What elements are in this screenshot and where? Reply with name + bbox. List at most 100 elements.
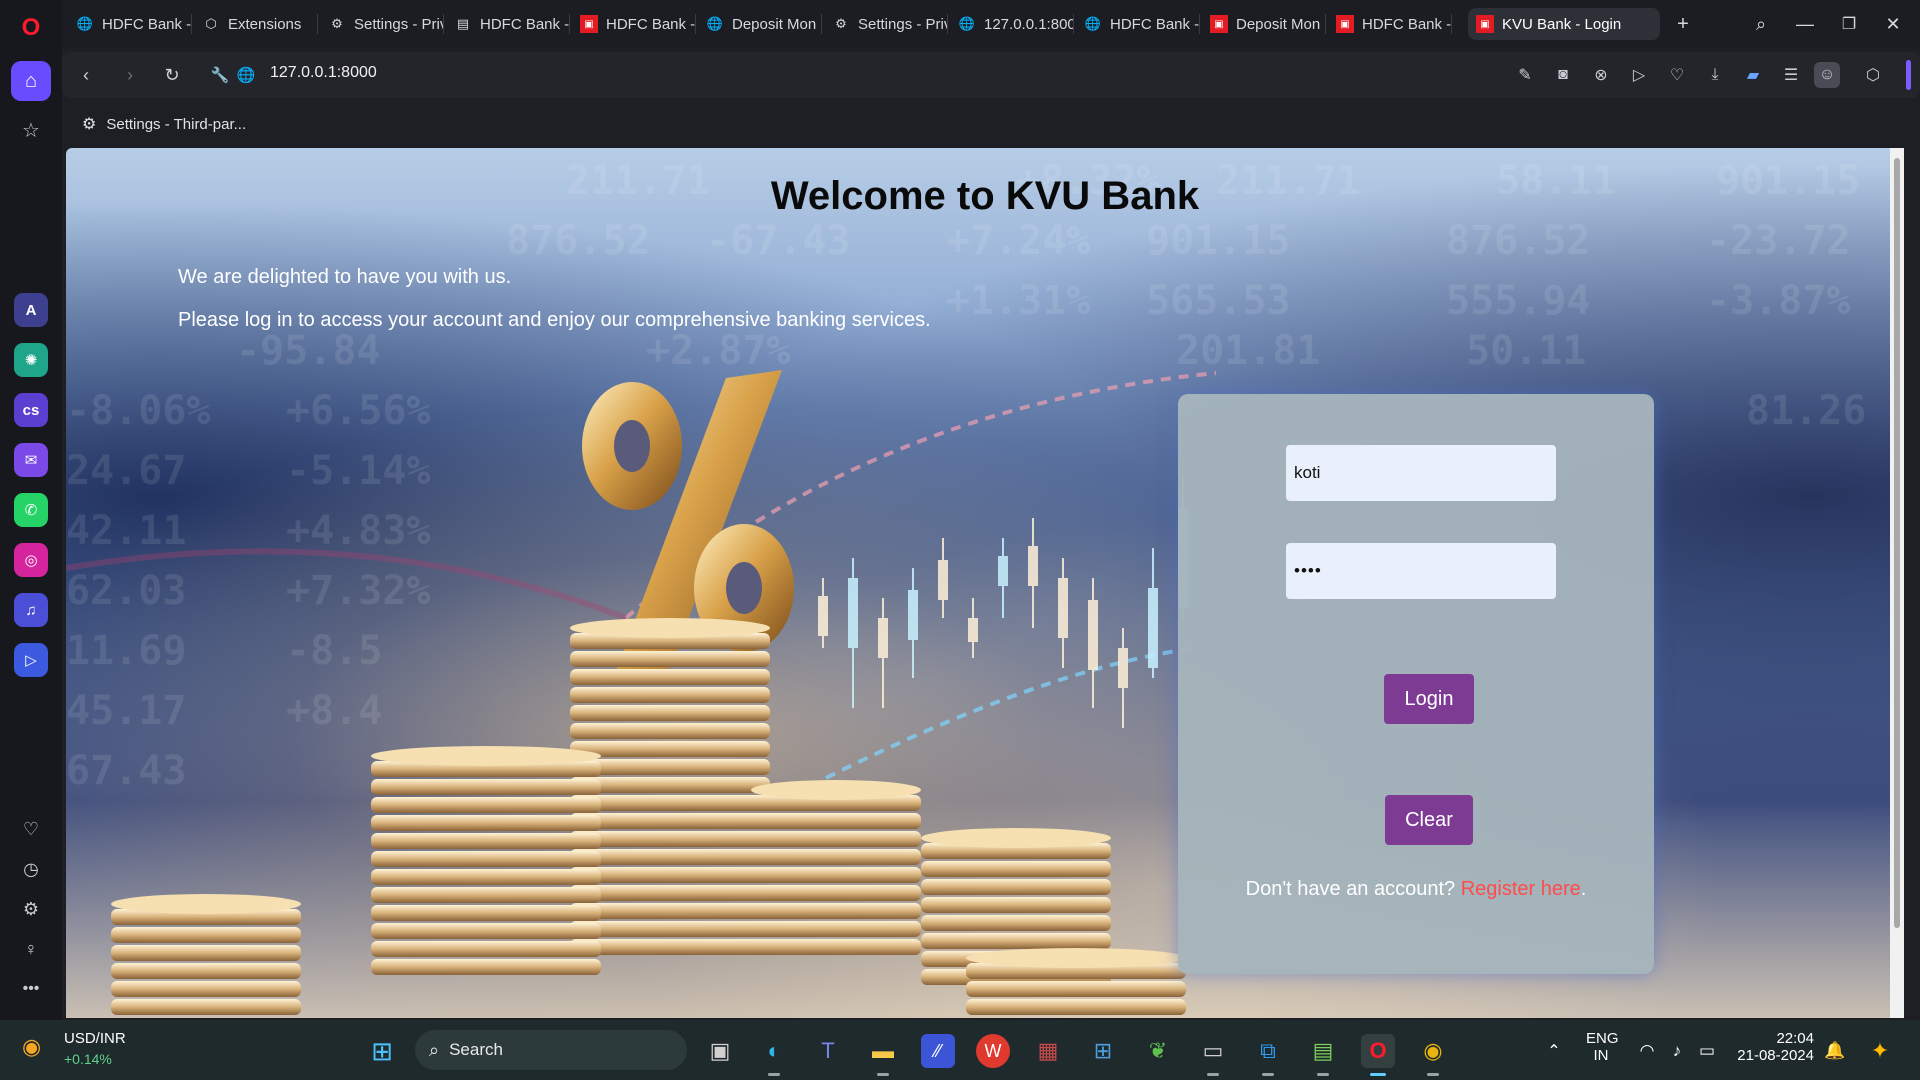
show-hidden-icons-icon[interactable]: ⌃ [1537, 1034, 1571, 1068]
language-indicator[interactable]: ENG IN [1586, 1030, 1619, 1064]
tab-hdfc-2[interactable]: ▤ HDFC Bank - [446, 8, 570, 40]
username-input[interactable] [1286, 445, 1556, 501]
whatsapp-icon[interactable]: ✆ [14, 493, 48, 527]
scrollbar-thumb[interactable] [1894, 158, 1900, 928]
snapshot-edit-icon[interactable]: ✎ [1512, 62, 1538, 88]
star-icon[interactable]: ☆ [11, 110, 51, 150]
coin [371, 797, 601, 813]
login-button[interactable]: Login [1384, 674, 1474, 724]
wps-office-icon[interactable]: W [976, 1034, 1010, 1068]
start-menu-icon[interactable]: ⊞ [365, 1034, 399, 1068]
download-icon[interactable]: ⤓ [1702, 62, 1728, 88]
tab-extensions[interactable]: ⬡ Extensions [194, 8, 318, 40]
taskbar-search[interactable]: ⌕ Search [415, 1030, 687, 1070]
site-settings-icon[interactable]: 🔧 [206, 61, 234, 89]
adblock-icon[interactable]: ⊗ [1588, 62, 1614, 88]
notepad-icon[interactable]: ▤ [1306, 1034, 1340, 1076]
coin [570, 705, 770, 721]
battery-icon[interactable]: ▭ [1690, 1034, 1724, 1068]
ticker-name[interactable]: USD/INR [64, 1030, 126, 1047]
hdfc-logo-icon: ▣ [1336, 15, 1354, 33]
player-icon[interactable]: ▷ [14, 643, 48, 677]
opera-browser-icon[interactable]: O [1361, 1034, 1395, 1076]
sidebar-accent [1906, 60, 1911, 90]
heart-icon[interactable]: ♡ [1664, 62, 1690, 88]
wifi-icon[interactable]: ◠ [1630, 1034, 1664, 1068]
notifications-icon[interactable]: 🔔 [1818, 1034, 1852, 1068]
extensions-icon[interactable]: ⬡ [1860, 62, 1886, 88]
bulb-icon[interactable]: ♀ [18, 936, 44, 962]
teams-icon[interactable]: T [811, 1034, 845, 1068]
search-tabs-icon[interactable]: ⌕ [1746, 10, 1776, 38]
coin [921, 897, 1111, 913]
volume-icon[interactable]: ♪ [1660, 1034, 1694, 1068]
clock[interactable]: 22:04 21-08-2024 [1734, 1030, 1814, 1064]
tab-hdfc-4[interactable]: 🌐 HDFC Bank - [1076, 8, 1200, 40]
more-icon[interactable]: ••• [18, 976, 44, 1002]
coin [751, 813, 921, 829]
coin [921, 879, 1111, 895]
messenger-icon[interactable]: ✉ [14, 443, 48, 477]
password-input[interactable] [1286, 543, 1556, 599]
chatgpt-icon[interactable]: ✺ [14, 343, 48, 377]
settings-icon[interactable]: ⚙ [18, 896, 44, 922]
new-tab-button[interactable]: + [1668, 10, 1698, 38]
music-player-icon[interactable]: ♫ [14, 593, 48, 627]
camera-icon[interactable]: ◙ [1550, 62, 1576, 88]
winrar-icon[interactable]: ▦ [1031, 1034, 1065, 1068]
tab-deposit-2[interactable]: ▣ Deposit Mon [1202, 8, 1326, 40]
page-scrollbar[interactable] [1890, 148, 1904, 1018]
chrome-icon[interactable]: ◉ [1416, 1034, 1450, 1076]
coin [751, 831, 921, 847]
opera-logo-icon[interactable]: O [11, 8, 51, 48]
windows-taskbar: ◉ USD/INR +0.14% ⊞ ⌕ Search ▣ ◐ T ▬ ⁄⁄ W… [0, 1020, 1920, 1080]
restore-button[interactable]: ❐ [1834, 10, 1864, 38]
close-window-button[interactable]: ✕ [1878, 10, 1908, 38]
tab-hdfc-1[interactable]: 🌐 HDFC Bank - I [68, 8, 192, 40]
home-icon[interactable]: ⌂ [11, 61, 51, 101]
tab-deposit-1[interactable]: 🌐 Deposit Mon [698, 8, 822, 40]
globe-icon: 🌐 [76, 16, 94, 31]
tab-hdfc-3[interactable]: ▣ HDFC Bank - [572, 8, 696, 40]
bookmark-settings-third-party[interactable]: ⚙ Settings - Third-par... [82, 114, 246, 134]
teamviewer-icon[interactable]: ⁄⁄ [921, 1034, 955, 1068]
history-icon[interactable]: ◷ [18, 856, 44, 882]
play-icon[interactable]: ▷ [1626, 62, 1652, 88]
aria-icon[interactable]: A [14, 293, 48, 327]
mongodb-compass-icon[interactable]: ❦ [1141, 1034, 1175, 1068]
task-view-icon[interactable]: ▣ [703, 1034, 737, 1068]
heart-icon[interactable]: ♡ [18, 816, 44, 842]
forward-icon[interactable]: › [116, 61, 144, 89]
tab-localhost[interactable]: 🌐 127.0.0.1:800 [950, 8, 1074, 40]
terminal-icon[interactable]: ▭ [1196, 1034, 1230, 1076]
register-prompt: Don't have an account? Register here. [1178, 878, 1654, 901]
chatsonic-icon[interactable]: cs [14, 393, 48, 427]
battery-saver-icon[interactable]: ▰ [1740, 62, 1766, 88]
file-explorer-icon[interactable]: ▬ [866, 1034, 900, 1076]
vscode-icon[interactable]: ⧉ [1251, 1034, 1285, 1076]
tab-kvu-login[interactable]: ▣ KVU Bank - Login [1468, 8, 1660, 40]
edge-icon[interactable]: ◐ [757, 1034, 791, 1076]
url-field[interactable]: 127.0.0.1:8000 [270, 64, 377, 82]
easy-setup-icon[interactable]: ☰ [1778, 62, 1804, 88]
tab-settings-2[interactable]: ⚙ Settings - Priv [824, 8, 948, 40]
currency-widget-icon[interactable]: ◉ [22, 1034, 52, 1064]
page-title: Welcome to KVU Bank [770, 174, 1200, 218]
coin-top [570, 618, 770, 638]
instagram-icon[interactable]: ◎ [14, 543, 48, 577]
tab-hdfc-5[interactable]: ▣ HDFC Bank - [1328, 8, 1452, 40]
login-form: Login Clear Don't have an account? Regis… [1178, 394, 1654, 974]
reload-icon[interactable]: ↻ [158, 61, 186, 89]
globe-icon: 🌐 [236, 67, 256, 84]
clear-button[interactable]: Clear [1385, 795, 1473, 845]
tab-settings-1[interactable]: ⚙ Settings - Priv [320, 8, 444, 40]
microsoft-store-icon[interactable]: ⊞ [1086, 1034, 1120, 1068]
register-link[interactable]: Register here [1461, 878, 1581, 900]
coin [751, 939, 921, 955]
back-icon[interactable]: ‹ [72, 61, 100, 89]
coin [111, 945, 301, 961]
coin [371, 887, 601, 903]
profile-icon[interactable]: ☺ [1814, 62, 1840, 88]
copilot-icon[interactable]: ✦ [1863, 1034, 1897, 1068]
minimize-button[interactable]: — [1790, 10, 1820, 38]
